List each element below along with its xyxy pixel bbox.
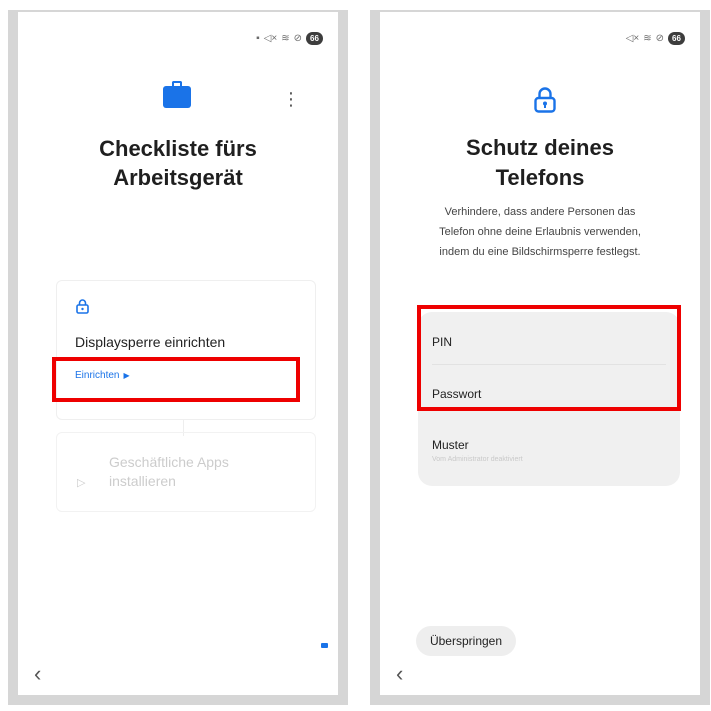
more-options-icon[interactable]: ⋮ — [282, 90, 300, 108]
screen-lock-label: Displaysperre einrichten — [75, 334, 226, 350]
description: Verhindere, dass andere Personen das Tel… — [400, 202, 680, 262]
description-line-2: Telefon ohne deine Erlaubnis verwenden, — [439, 226, 641, 238]
lock-icon — [76, 299, 89, 314]
page-title: Schutz deines Telefons — [380, 133, 700, 193]
title-line-1: Checkliste fürs — [99, 136, 257, 161]
status-bar: ▪ ◁× ≋ ⊘ 66 — [256, 32, 323, 45]
do-not-disturb-icon: ⊘ — [293, 32, 302, 44]
battery-icon: 66 — [306, 32, 323, 45]
highlight-box-options — [417, 305, 681, 411]
business-apps-label-line-2: installieren — [109, 473, 176, 489]
wifi-icon: ≋ — [643, 32, 652, 44]
back-button[interactable]: ‹ — [396, 663, 403, 685]
option-pattern-disabled-note: Vom Administrator deaktiviert — [432, 456, 523, 463]
skip-button[interactable]: Überspringen — [416, 626, 516, 656]
business-apps-label-line-1: Geschäftliche Apps — [109, 454, 229, 470]
business-apps-card: ▷ Geschäftliche Apps installieren — [56, 432, 316, 512]
description-line-3: indem du eine Bildschirmsperre festlegst… — [439, 246, 641, 258]
briefcase-icon — [163, 81, 191, 108]
back-button[interactable]: ‹ — [34, 663, 41, 685]
mute-icon: ◁× — [263, 32, 278, 44]
do-not-disturb-icon: ⊘ — [655, 32, 664, 44]
highlight-box-setup — [52, 357, 300, 402]
lock-icon — [534, 87, 556, 113]
work-badge-icon — [321, 643, 328, 648]
wifi-icon: ≋ — [281, 32, 290, 44]
title-line-2: Arbeitsgerät — [113, 165, 243, 190]
option-pattern[interactable]: Muster — [432, 438, 469, 452]
mute-icon: ◁× — [625, 32, 640, 44]
page-title: Checkliste fürs Arbeitsgerät — [18, 134, 338, 192]
battery-icon: 66 — [668, 32, 685, 45]
business-apps-label: Geschäftliche Apps installieren — [109, 453, 229, 491]
play-store-icon: ▷ — [77, 477, 86, 489]
description-line-1: Verhindere, dass andere Personen das — [444, 206, 636, 218]
title-line-2: Telefons — [495, 165, 585, 190]
work-profile-icon: ▪ — [256, 32, 260, 44]
left-screen: ▪ ◁× ≋ ⊘ 66 ⋮ Checkliste fürs Arbeitsger… — [18, 12, 338, 695]
status-bar: ◁× ≋ ⊘ 66 — [626, 32, 685, 45]
title-line-1: Schutz deines — [466, 135, 614, 160]
